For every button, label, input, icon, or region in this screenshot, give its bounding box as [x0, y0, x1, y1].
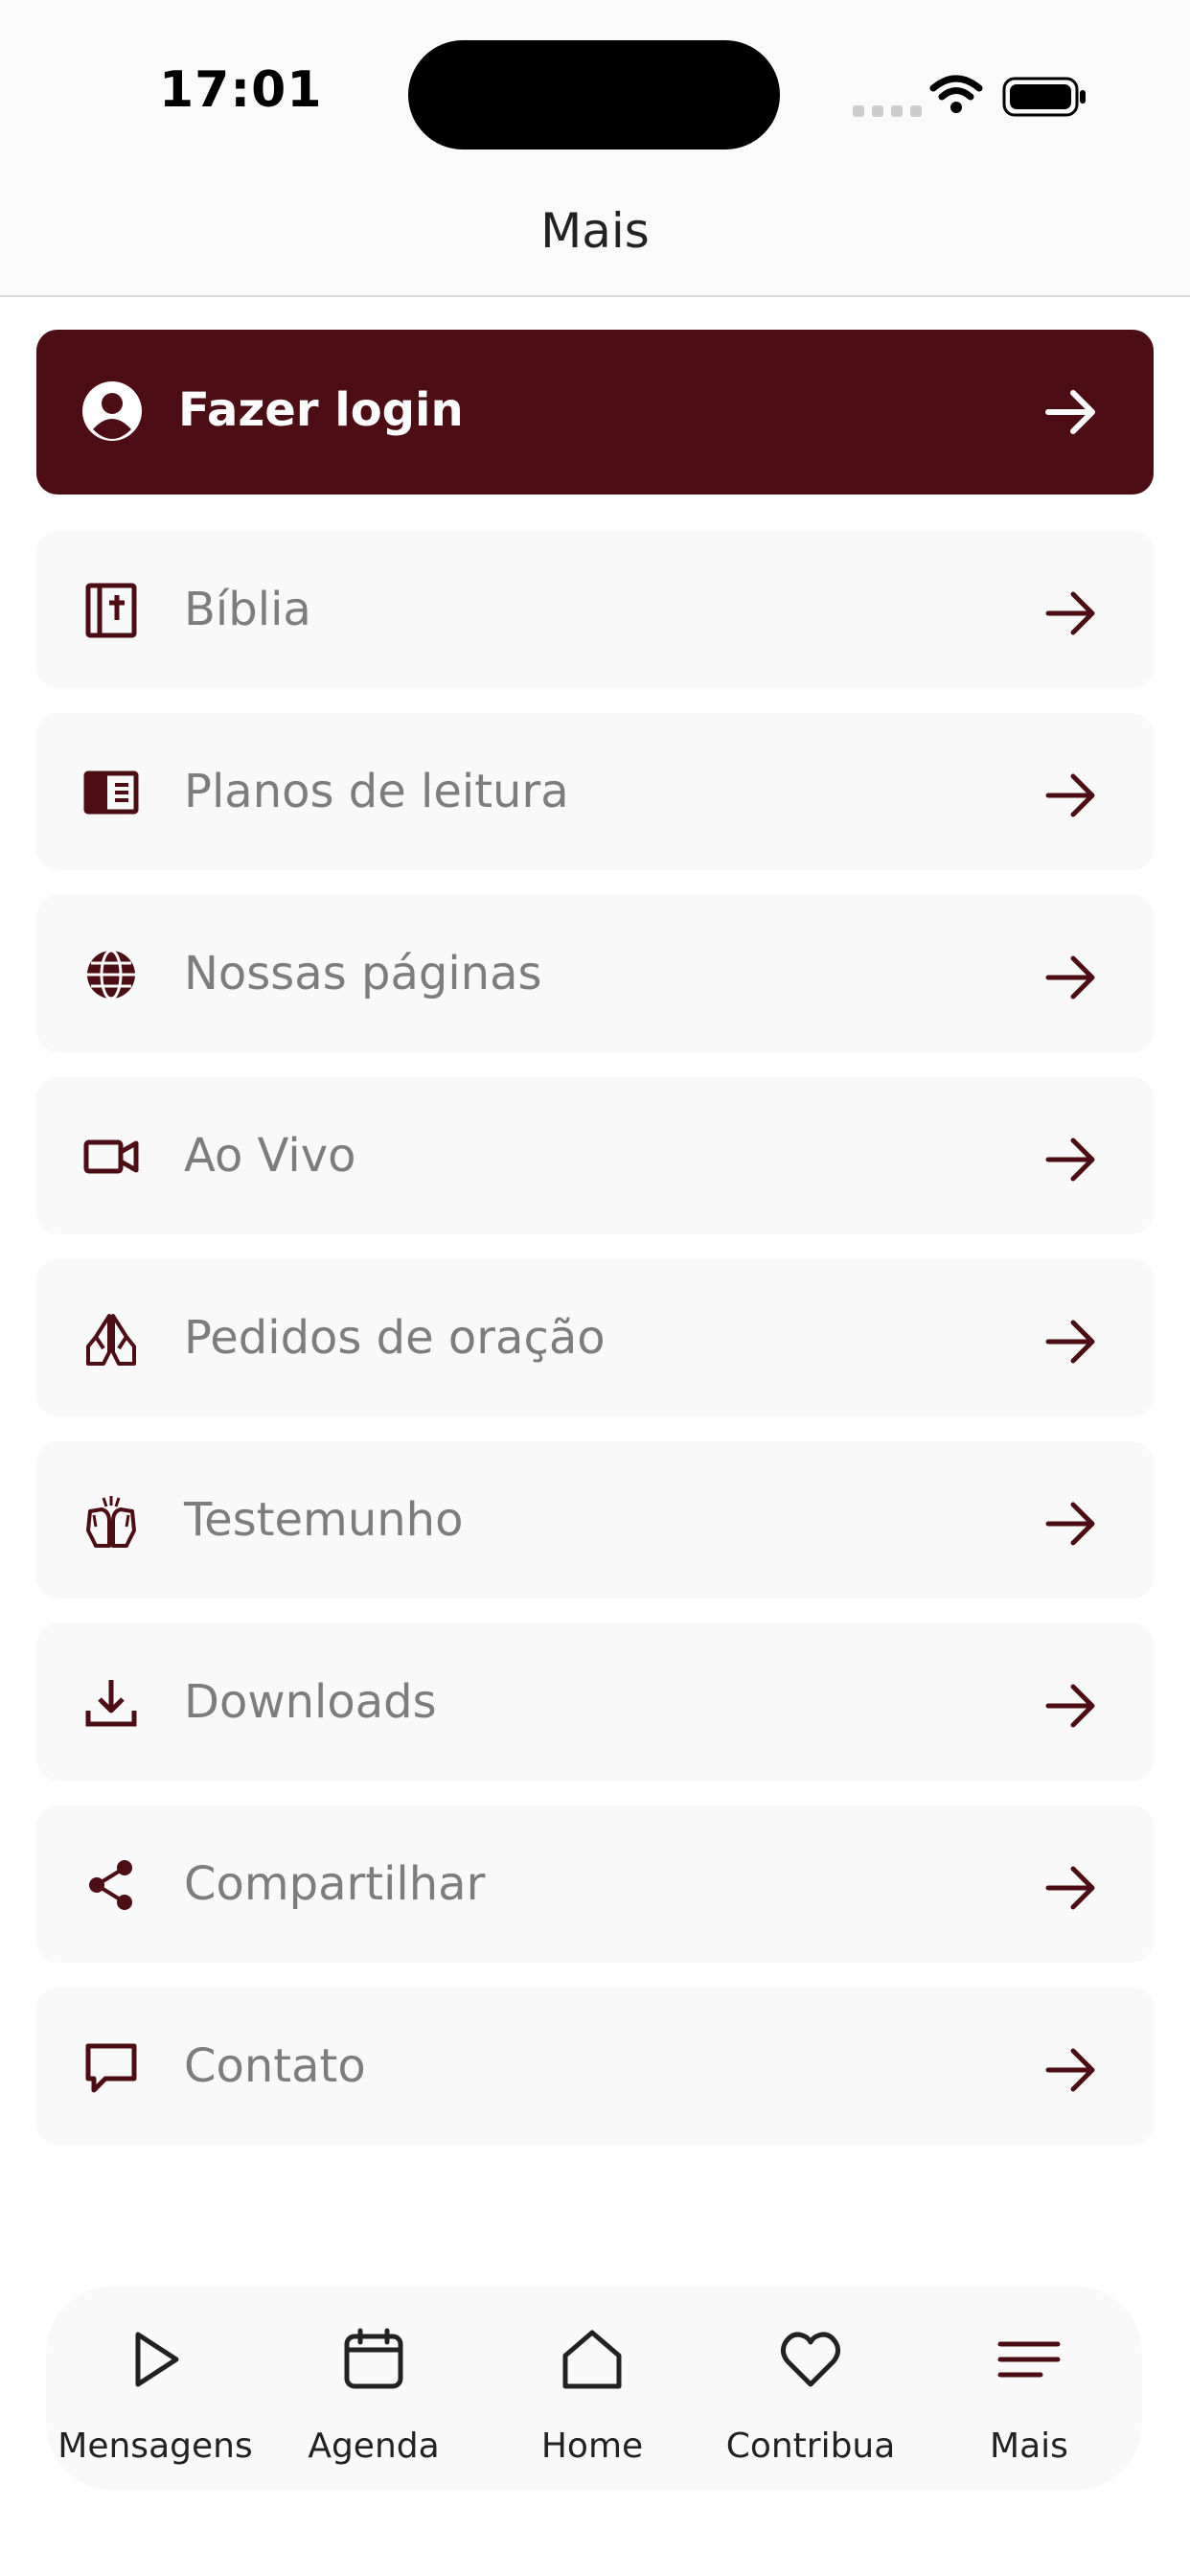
share-icon	[89, 1860, 132, 1910]
bible-icon	[85, 583, 137, 638]
arrow-right-icon	[1045, 1684, 1095, 1728]
tab-label: Agenda	[308, 2426, 440, 2466]
heart-icon	[780, 2332, 841, 2387]
status-bar: 17:01	[0, 0, 1190, 172]
calendar-icon	[344, 2328, 403, 2389]
login-label: Fazer login	[178, 383, 464, 437]
praying-hands-icon	[86, 1314, 136, 1366]
menu-icon	[997, 2341, 1061, 2378]
status-time: 17:01	[159, 61, 323, 119]
tab-bar: Mensagens Agenda Home Contribua Mais	[46, 2287, 1142, 2490]
chat-icon	[85, 2043, 137, 2093]
tab-label: Mais	[990, 2426, 1068, 2466]
dynamic-island	[408, 40, 780, 150]
tab-home[interactable]: Home	[483, 2287, 701, 2490]
page-title: Mais	[540, 203, 650, 259]
menu-item-planos-de-leitura[interactable]: Planos de leitura	[36, 713, 1154, 870]
menu-item-compartilhar[interactable]: Compartilhar	[36, 1806, 1154, 1963]
menu-item-label: Contato	[184, 2039, 366, 2093]
arrow-right-icon	[1045, 1138, 1095, 1182]
arrow-right-icon	[1045, 1320, 1095, 1364]
arrow-right-icon	[1045, 955, 1095, 1000]
menu-item-label: Testemunho	[184, 1493, 464, 1547]
book-open-icon	[83, 770, 139, 815]
home-icon	[562, 2330, 622, 2389]
raised-hands-icon	[86, 1496, 136, 1548]
login-button[interactable]: Fazer login	[36, 330, 1154, 494]
battery-icon	[1002, 77, 1086, 117]
menu-item-downloads[interactable]: Downloads	[36, 1623, 1154, 1781]
wifi-icon	[929, 75, 983, 113]
arrow-right-icon	[1045, 1502, 1095, 1546]
cellular-signal-icon	[853, 105, 922, 117]
menu-item-label: Compartilhar	[184, 1857, 486, 1911]
menu-item-label: Ao Vivo	[184, 1129, 356, 1183]
menu-item-biblia[interactable]: Bíblia	[36, 531, 1154, 688]
tab-label: Contribua	[725, 2426, 896, 2466]
tab-label: Home	[540, 2426, 644, 2466]
menu-item-label: Bíblia	[184, 583, 311, 636]
menu-item-label: Pedidos de oração	[184, 1311, 606, 1365]
menu-item-nossas-paginas[interactable]: Nossas páginas	[36, 895, 1154, 1052]
arrow-right-icon	[1045, 1866, 1095, 1910]
menu-item-pedidos-de-oracao[interactable]: Pedidos de oração	[36, 1259, 1154, 1416]
tab-mais[interactable]: Mais	[920, 2287, 1138, 2490]
tab-agenda[interactable]: Agenda	[264, 2287, 483, 2490]
menu-item-label: Downloads	[184, 1675, 437, 1729]
header: Mais	[0, 172, 1190, 297]
arrow-right-icon	[1045, 2048, 1095, 2092]
menu-item-label: Planos de leitura	[184, 765, 569, 818]
play-icon	[135, 2332, 179, 2387]
account-circle-icon	[82, 381, 142, 441]
menu-item-ao-vivo[interactable]: Ao Vivo	[36, 1077, 1154, 1234]
download-icon	[85, 1680, 137, 1727]
tab-contribua[interactable]: Contribua	[701, 2287, 920, 2490]
menu-item-label: Nossas páginas	[184, 947, 542, 1000]
tab-mensagens[interactable]: Mensagens	[46, 2287, 264, 2490]
arrow-right-icon	[1045, 773, 1095, 817]
arrow-right-icon	[1045, 390, 1095, 434]
menu-item-contato[interactable]: Contato	[36, 1988, 1154, 2145]
arrow-right-icon	[1045, 591, 1095, 635]
globe-icon	[87, 949, 135, 1000]
menu-item-testemunho[interactable]: Testemunho	[36, 1441, 1154, 1598]
video-camera-icon	[83, 1139, 139, 1174]
tab-label: Mensagens	[57, 2426, 253, 2466]
